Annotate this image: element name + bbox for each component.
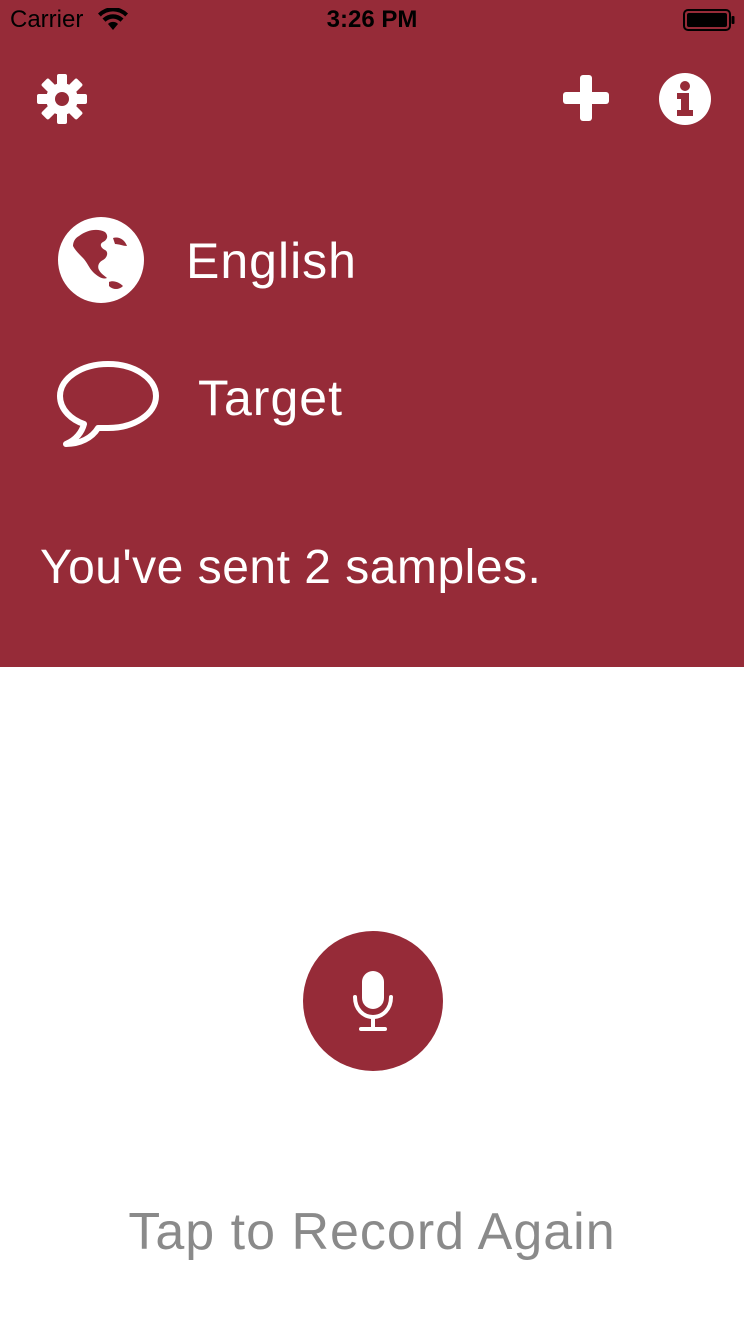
- language-label: English: [186, 233, 357, 289]
- header-panel: Carrier 3:26 PM English Target You've se…: [0, 0, 744, 667]
- record-prompt-text: Tap to Record Again: [128, 1203, 616, 1261]
- microphone-icon: [353, 971, 393, 1031]
- gear-icon: [37, 74, 87, 124]
- record-button[interactable]: [303, 931, 443, 1071]
- status-bar: Carrier 3:26 PM: [0, 0, 744, 40]
- info-icon: [659, 73, 711, 125]
- settings-button[interactable]: [36, 73, 88, 125]
- status-time: 3:26 PM: [326, 6, 418, 33]
- info-button[interactable]: [658, 72, 712, 126]
- battery-icon: [683, 9, 735, 31]
- speech-bubble-icon: [57, 361, 159, 447]
- globe-icon: [58, 217, 144, 303]
- language-row[interactable]: English: [0, 212, 744, 308]
- target-row[interactable]: Target: [0, 354, 744, 450]
- app-screen: Carrier 3:26 PM English Target You've se…: [0, 0, 744, 1330]
- samples-count-text: You've sent 2 samples.: [40, 541, 542, 594]
- plus-icon: [563, 75, 609, 121]
- target-label: Target: [198, 370, 343, 426]
- add-button[interactable]: [561, 73, 611, 123]
